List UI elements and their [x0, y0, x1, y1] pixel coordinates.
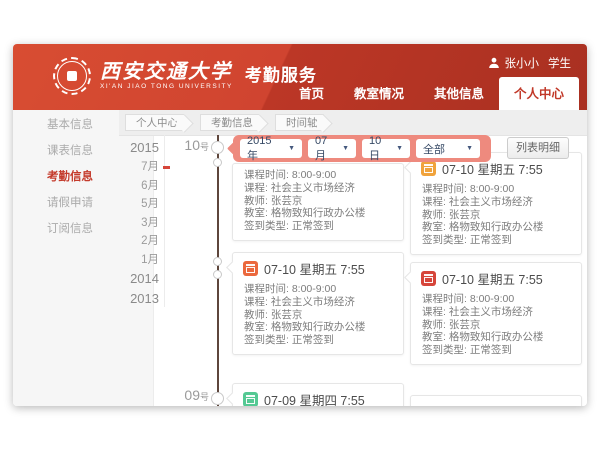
- list-detail-button[interactable]: 列表明细: [507, 137, 569, 159]
- field-line: 签到类型: 正常签到: [422, 234, 570, 247]
- user-menu[interactable]: 张小小 学生: [488, 55, 572, 71]
- field-line: 教师: 张芸京: [422, 319, 570, 332]
- timeline-node: [213, 158, 222, 167]
- timeline-node: [213, 270, 222, 279]
- field-line: 课程时间: 8:00-9:00: [422, 293, 570, 306]
- user-name: 张小小: [505, 55, 540, 71]
- axis-year-2014[interactable]: 2014: [111, 269, 159, 289]
- calendar-status-icon: [421, 271, 436, 286]
- breadcrumb-bar: 个人中心 考勤信息 时间轴: [119, 110, 587, 136]
- calendar-status-icon: [243, 392, 258, 406]
- field-line: 课程时间: 8:00-9:00: [244, 283, 392, 296]
- university-name-en: XI'AN JIAO TONG UNIVERSITY: [100, 84, 233, 91]
- attendance-card[interactable]: 07-10 星期五 7:55 课程时间: 8:00-9:00 课程: 社会主义市…: [232, 252, 404, 355]
- university-logo-icon: [53, 57, 91, 95]
- breadcrumb-attendance-info[interactable]: 考勤信息: [200, 114, 259, 131]
- axis-month-7[interactable]: 7月: [111, 158, 159, 177]
- tab-home[interactable]: 首页: [284, 77, 339, 110]
- calendar-status-icon: [243, 261, 258, 276]
- university-name-cn: 西安交通大学: [100, 61, 233, 81]
- brand: 西安交通大学 XI'AN JIAO TONG UNIVERSITY 考勤服务: [53, 57, 317, 95]
- timeline-node: [211, 392, 224, 405]
- caret-down-icon: ▼: [288, 145, 295, 152]
- timeline-node: [213, 257, 222, 266]
- field-line: 教师: 张芸京: [244, 309, 392, 322]
- field-line: 教师: 张芸京: [244, 195, 392, 208]
- caret-down-icon: ▼: [396, 145, 403, 152]
- field-line: 课程: 社会主义市场经济: [244, 182, 392, 195]
- field-line: 课程: 社会主义市场经济: [244, 296, 392, 309]
- app-header: 西安交通大学 XI'AN JIAO TONG UNIVERSITY 考勤服务 张…: [13, 44, 587, 110]
- axis-year-2015[interactable]: 2015: [111, 138, 159, 158]
- attendance-card-partial[interactable]: [410, 395, 582, 406]
- day-marker-10: 10号: [169, 137, 209, 155]
- axis-year-2013[interactable]: 2013: [111, 289, 159, 309]
- attendance-card[interactable]: 07-09 星期四 7:55: [232, 383, 404, 406]
- person-icon: [488, 57, 500, 69]
- tab-personal-center[interactable]: 个人中心: [499, 77, 579, 110]
- tab-classrooms[interactable]: 教室情况: [339, 77, 419, 110]
- field-line: 教师: 张芸京: [422, 209, 570, 222]
- content-area: 基本信息 课表信息 考勤信息 请假申请 订阅信息 个人中心 考勤信息 时间轴 2…: [13, 110, 587, 406]
- field-line: 课程时间: 8:00-9:00: [244, 169, 392, 182]
- field-line: 签到类型: 正常签到: [244, 334, 392, 347]
- attendance-card[interactable]: 07-10 星期五 7:55 课程时间: 8:00-9:00 课程: 社会主义市…: [410, 152, 582, 255]
- timeline-axis: 2015 7月 6月 5月 3月 2月 1月 2014 2013: [111, 138, 159, 309]
- card-date: 07-09 星期四 7:55: [264, 390, 365, 406]
- caret-down-icon: ▼: [466, 145, 473, 152]
- axis-month-3[interactable]: 3月: [111, 214, 159, 233]
- breadcrumb-personal-center[interactable]: 个人中心: [125, 114, 184, 131]
- month-filter-dropdown[interactable]: 07月▼: [308, 139, 356, 158]
- scope-filter-dropdown[interactable]: 全部▼: [416, 139, 480, 158]
- timeline-node: [211, 141, 224, 154]
- field-line: 教室: 格物致知行政办公楼: [244, 207, 392, 220]
- axis-month-1[interactable]: 1月: [111, 251, 159, 270]
- field-line: 课程: 社会主义市场经济: [422, 196, 570, 209]
- day-filter-dropdown[interactable]: 10日▼: [362, 139, 410, 158]
- field-line: 教室: 格物致知行政办公楼: [422, 331, 570, 344]
- year-filter-dropdown[interactable]: 2015年▼: [240, 139, 302, 158]
- user-role: 学生: [548, 55, 571, 71]
- field-line: 教室: 格物致知行政办公楼: [422, 221, 570, 234]
- breadcrumb-timeline[interactable]: 时间轴: [275, 114, 324, 131]
- current-month-marker: [163, 166, 170, 169]
- axis-month-5[interactable]: 5月: [111, 195, 159, 214]
- tab-other-info[interactable]: 其他信息: [419, 77, 499, 110]
- axis-divider: [164, 135, 165, 307]
- attendance-card[interactable]: 07-10 星期五 7:55 课程时间: 8:00-9:00 课程: 社会主义市…: [410, 262, 582, 365]
- field-line: 签到类型: 正常签到: [244, 220, 392, 233]
- field-line: 签到类型: 正常签到: [422, 344, 570, 357]
- breadcrumb: 个人中心 考勤信息 时间轴: [125, 114, 340, 131]
- calendar-status-icon: [421, 161, 436, 176]
- attendance-card[interactable]: 课程时间: 8:00-9:00 课程: 社会主义市场经济 教师: 张芸京 教室:…: [232, 163, 404, 241]
- field-line: 课程时间: 8:00-9:00: [422, 183, 570, 196]
- nav-tabs: 首页 教室情况 其他信息 个人中心: [284, 77, 579, 110]
- filter-bar: 2015年▼ 07月▼ 10日▼ 全部▼: [233, 135, 491, 162]
- day-marker-09: 09号: [169, 387, 209, 405]
- caret-down-icon: ▼: [342, 145, 349, 152]
- field-line: 课程: 社会主义市场经济: [422, 306, 570, 319]
- axis-month-6[interactable]: 6月: [111, 177, 159, 196]
- card-date: 07-10 星期五 7:55: [442, 269, 543, 288]
- card-date: 07-10 星期五 7:55: [264, 259, 365, 278]
- app-window: 西安交通大学 XI'AN JIAO TONG UNIVERSITY 考勤服务 张…: [13, 44, 587, 406]
- axis-month-2[interactable]: 2月: [111, 232, 159, 251]
- field-line: 教室: 格物致知行政办公楼: [244, 321, 392, 334]
